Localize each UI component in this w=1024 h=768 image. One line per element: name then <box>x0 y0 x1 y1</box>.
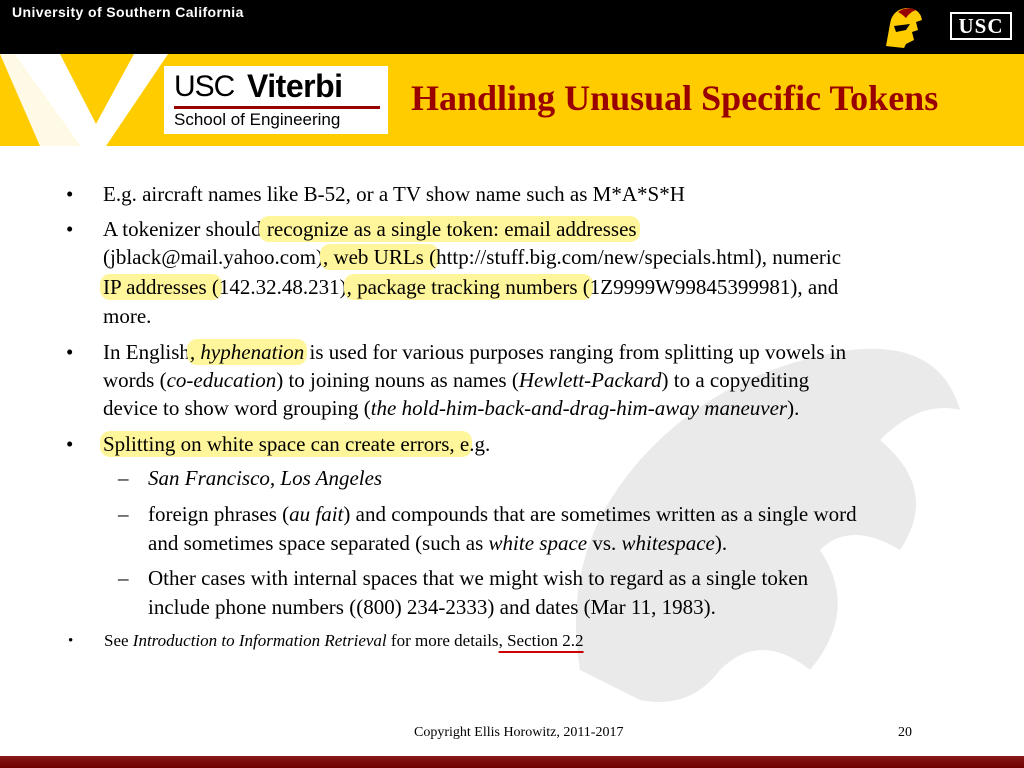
bullet-aircraft-names: E.g. aircraft names like B-52, or a TV s… <box>103 182 685 206</box>
text-run: ). <box>714 531 728 555</box>
italic-text: au fait <box>289 502 344 526</box>
highlighted-text: IP addresses ( <box>100 274 222 300</box>
section-reference-link[interactable]: , Section 2.2 <box>499 631 584 650</box>
text-run: 1Z9999W99845399981), and <box>589 275 839 299</box>
text-run: device to show word grouping ( <box>103 396 371 420</box>
text-run: 142.32.48.231) <box>218 275 347 299</box>
text-run: See <box>104 631 133 650</box>
trojan-head-icon <box>886 8 922 48</box>
text-run: and sometimes space separated (such as <box>148 531 489 555</box>
italic-text: Hewlett-Packard <box>518 368 662 392</box>
italic-text: white space <box>488 531 588 555</box>
viterbi-logo: USC Viterbi School of Engineering <box>164 66 388 134</box>
logo-school-text: School of Engineering <box>174 110 341 129</box>
text-run: In English <box>103 340 190 364</box>
logo-viterbi-text: Viterbi <box>247 68 343 104</box>
italic-text: co-education <box>166 368 277 392</box>
bullet-tokenizer-line-4: more. <box>103 304 152 328</box>
bullet-tokenizer-line-1: A tokenizer should recognize as a single… <box>103 216 640 242</box>
bullet-hyphenation-line-1: In English, hyphenation is used for vari… <box>103 339 846 365</box>
bullet-white-space: Splitting on white space can create erro… <box>100 431 491 457</box>
highlighted-text: recognize as a single token: email addre… <box>258 216 640 242</box>
page-number: 20 <box>898 725 912 740</box>
highlighted-text: Splitting on white space can create erro… <box>100 431 473 457</box>
italic-text: the hold-him-back-and-drag-him-away mane… <box>370 396 788 420</box>
bottom-bar <box>0 756 1024 768</box>
text-run: is used for various purposes ranging fro… <box>304 340 847 364</box>
text-run: ). <box>787 396 800 420</box>
sub-san-francisco: San Francisco, Los Angeles <box>148 466 383 490</box>
dash-marker: – <box>118 502 129 526</box>
bullet-marker: • <box>66 217 74 241</box>
text-run: (jblack@mail.yahoo.com) <box>103 245 323 269</box>
dash-marker: – <box>118 466 129 490</box>
bullet-marker: • <box>66 182 74 206</box>
logo-divider <box>174 106 380 109</box>
highlighted-text: , package tracking numbers ( <box>343 274 593 300</box>
highlighted-text: , web URLs ( <box>319 244 440 270</box>
bullet-marker: • <box>66 432 74 456</box>
logo-usc-text: USC <box>174 70 235 103</box>
university-name: University of Southern California <box>12 4 244 20</box>
italic-text: whitespace <box>621 531 715 555</box>
sub-foreign-phrases-line-1: foreign phrases (au fait) and compounds … <box>148 501 857 527</box>
bullet-hyphenation-line-2: words (co-education) to joining nouns as… <box>103 367 809 393</box>
highlighted-text: , hyphenation <box>186 339 308 365</box>
sub-foreign-phrases-line-2: and sometimes space separated (such as w… <box>148 530 727 556</box>
top-bar: University of Southern California USC <box>0 0 1024 54</box>
text-run: A tokenizer should <box>103 217 262 241</box>
bullet-tokenizer-line-3: IP addresses (142.32.48.231), package tr… <box>100 274 839 300</box>
dash-marker: – <box>118 566 129 590</box>
text-run: vs. <box>587 531 622 555</box>
bullet-marker: • <box>66 340 74 364</box>
text-run: http://stuff.big.com/new/specials.html),… <box>436 245 842 269</box>
bullet-marker: • <box>68 633 74 649</box>
text-run: ) to joining nouns as names ( <box>276 368 519 392</box>
copyright-footer: Copyright Ellis Horowitz, 2011-2017 <box>414 725 624 740</box>
sub-internal-spaces-line-1: Other cases with internal spaces that we… <box>148 566 809 590</box>
viterbi-v-icon <box>0 54 168 146</box>
italic-text: Introduction to Information Retrieval <box>132 631 387 650</box>
text-run: foreign phrases ( <box>148 502 290 526</box>
bullet-see-reference: See Introduction to Information Retrieva… <box>104 628 584 654</box>
text-run: .g. <box>469 432 491 456</box>
text-run: ) to a copyediting <box>661 368 810 392</box>
text-run: ) and compounds that are sometimes writt… <box>343 502 857 526</box>
sub-internal-spaces-line-2: include phone numbers ((800) 234-2333) a… <box>148 595 716 619</box>
usc-badge: USC <box>950 12 1012 40</box>
slide-title: Handling Unusual Specific Tokens <box>411 78 939 118</box>
text-run: words ( <box>103 368 167 392</box>
bullet-tokenizer-line-2: (jblack@mail.yahoo.com), web URLs (http:… <box>103 244 841 270</box>
text-run: for more details <box>386 631 499 650</box>
bullet-hyphenation-line-3: device to show word grouping (the hold-h… <box>103 395 799 421</box>
